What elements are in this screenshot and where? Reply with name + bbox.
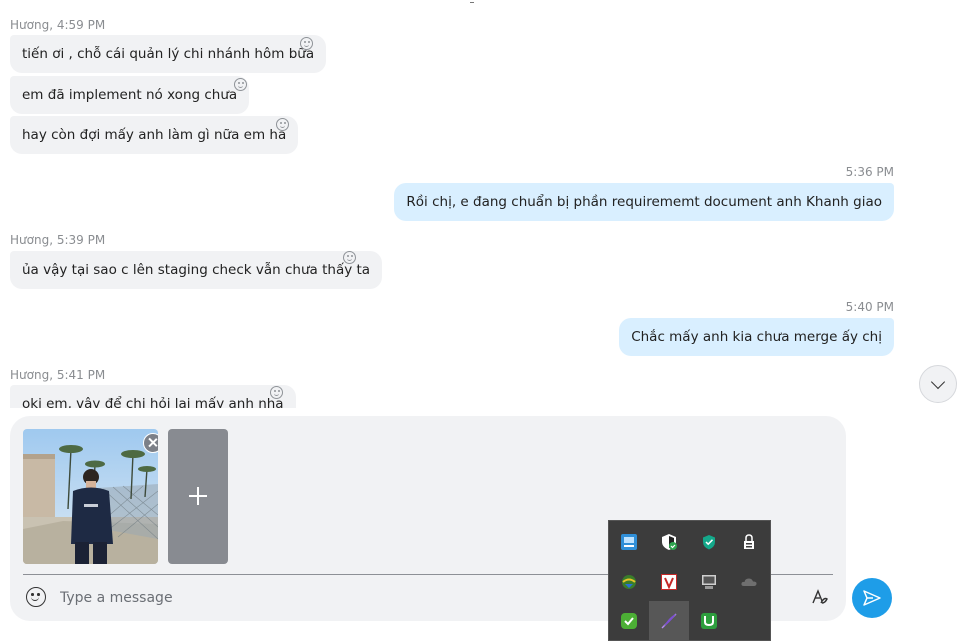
download-manager-icon[interactable] <box>609 562 649 602</box>
kaspersky-icon[interactable] <box>609 601 649 641</box>
antivirus-shield-icon[interactable] <box>689 522 729 562</box>
add-attachment-button[interactable] <box>168 429 228 564</box>
message-bubble[interactable]: hay còn đợi mấy anh làm gì nữa em ha <box>10 116 299 154</box>
emoji-icon[interactable] <box>26 587 46 607</box>
text-format-icon[interactable] <box>810 587 830 607</box>
vivaldi-icon[interactable] <box>649 562 689 602</box>
windows-security-icon[interactable] <box>649 522 689 562</box>
onedrive-cloud-icon[interactable] <box>729 562 769 602</box>
message-timestamp: 5:40 PM <box>845 300 894 314</box>
sender-timestamp: Hương, 5:41 PM <box>10 368 106 382</box>
message-timestamp: 5:36 PM <box>845 165 894 179</box>
display-icon[interactable] <box>689 562 729 602</box>
message-bubble[interactable]: tiến ơi , chỗ cái quản lý chi nhánh hôm … <box>10 35 327 73</box>
message-bubble[interactable]: Rồi chị, e đang chuẩn bị phần requiremem… <box>394 183 894 221</box>
add-reaction-icon[interactable] <box>234 78 247 91</box>
message-bubble[interactable]: Chắc mấy anh kia chưa merge ấy chị <box>619 318 894 356</box>
sender-timestamp: Hương, 4:59 PM <box>10 18 106 32</box>
attached-image-thumbnail[interactable] <box>23 429 158 564</box>
sender-timestamp: Hương, 5:39 PM <box>10 233 106 247</box>
add-reaction-icon[interactable] <box>343 251 356 264</box>
network-monitor-icon[interactable] <box>609 522 649 562</box>
utorrent-icon[interactable] <box>689 601 729 641</box>
system-tray-overflow <box>609 521 770 641</box>
add-reaction-icon[interactable] <box>270 386 283 399</box>
feather-pen-icon[interactable] <box>649 601 689 641</box>
message-bubble[interactable]: ủa vậy tại sao c lên staging check vẫn c… <box>10 251 383 289</box>
vpn-lock-icon[interactable] <box>729 522 769 562</box>
chat-history[interactable]: Hương, 4:59 PM tiến ơi , chỗ cái quản lý… <box>0 0 957 408</box>
remove-attachment-button[interactable] <box>143 433 158 453</box>
message-bubble[interactable]: em đã implement nó xong chưa <box>10 76 250 114</box>
add-reaction-icon[interactable] <box>276 118 289 131</box>
send-button[interactable] <box>852 578 892 618</box>
send-icon <box>863 590 881 606</box>
chevron-up-icon <box>470 0 474 3</box>
add-reaction-icon[interactable] <box>300 37 313 50</box>
message-bubble[interactable]: oki em, vậy để chị hỏi lại mấy anh nha <box>10 385 296 408</box>
scroll-to-bottom-button[interactable] <box>919 365 957 403</box>
